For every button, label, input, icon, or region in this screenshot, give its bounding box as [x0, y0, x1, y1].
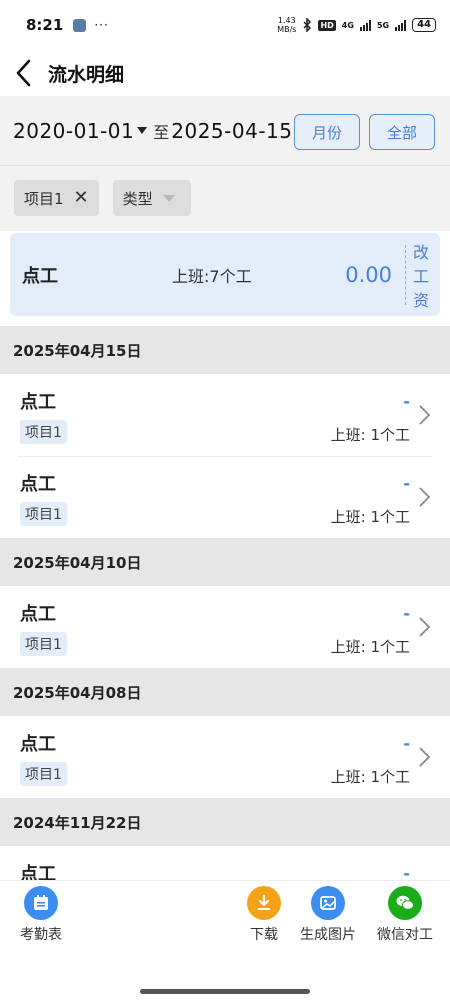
- entry-amount: -: [403, 392, 410, 411]
- date-group-header: 2025年04月08日: [0, 668, 450, 716]
- battery-icon: 44: [412, 18, 436, 32]
- bluetooth-icon: [303, 18, 312, 32]
- network-speed: 1.43 MB/s: [277, 16, 296, 34]
- page-title: 流水明细: [48, 63, 125, 86]
- end-date-select[interactable]: 2025-04-15: [171, 119, 292, 143]
- chevron-right-icon: [419, 405, 430, 425]
- network-5g: 5G: [376, 20, 390, 30]
- hd-badge: HD: [318, 19, 336, 31]
- entry-type: 点工: [20, 392, 56, 413]
- attendance-button[interactable]: 考勤表: [20, 886, 62, 944]
- summary-work: 上班:7个工: [172, 266, 252, 286]
- entry-amount: -: [403, 604, 410, 623]
- summary-type: 点工: [22, 265, 58, 287]
- date-group-header: 2024年11月22日: [0, 798, 450, 846]
- home-indicator[interactable]: [140, 989, 310, 994]
- bottom-toolbar: 考勤表 下载 生成图片 微信对工: [0, 880, 450, 1001]
- attendance-label: 考勤表: [20, 927, 62, 943]
- entry-type: 点工: [20, 734, 56, 755]
- date-range-separator: 至: [153, 122, 170, 142]
- list-item[interactable]: 点工 项目1 - 上班: 1个工: [0, 716, 450, 798]
- start-date-caret-icon[interactable]: [137, 127, 148, 134]
- record-list: 2025年04月15日 点工 项目1 - 上班: 1个工 点工 项目1 - 上班…: [0, 326, 450, 928]
- entry-amount: -: [403, 474, 410, 493]
- chevron-right-icon: [419, 487, 430, 507]
- entry-work: 上班: 1个工: [330, 638, 410, 656]
- project-filter-chip[interactable]: 项目1 ✕: [14, 180, 99, 216]
- entry-project-tag: 项目1: [20, 420, 67, 444]
- download-icon: [247, 886, 281, 920]
- start-date-select[interactable]: 2020-01-01: [13, 119, 134, 143]
- filter-chips: 项目1 ✕ 类型: [0, 166, 450, 230]
- back-arrow-icon[interactable]: [10, 58, 36, 88]
- calendar-icon: [24, 886, 58, 920]
- image-icon: [311, 886, 345, 920]
- adjust-char: 资: [412, 291, 429, 310]
- more-notifications-icon: ···: [94, 18, 109, 32]
- summary-card: 点工 上班:7个工 0.00 改 工 资: [10, 233, 440, 316]
- adjust-wage-link[interactable]: 改 工 资: [412, 241, 430, 313]
- status-bar: 8:21 ··· 1.43 MB/s HD 4G 5G 44: [0, 0, 450, 50]
- chevron-down-icon: [162, 194, 175, 202]
- generate-image-button[interactable]: 生成图片: [300, 886, 356, 944]
- entry-type: 点工: [20, 474, 56, 495]
- speed-unit: MB/s: [277, 25, 297, 34]
- network-4g: 4G: [341, 20, 354, 30]
- top-nav: 流水明细: [0, 50, 450, 96]
- download-button[interactable]: 下载: [247, 886, 281, 944]
- entry-amount: -: [403, 734, 410, 753]
- entry-work: 上班: 1个工: [330, 768, 410, 786]
- wechat-icon: [388, 886, 422, 920]
- speed-value: 1.43: [277, 16, 296, 25]
- entry-project-tag: 项目1: [20, 762, 67, 786]
- entry-type: 点工: [20, 604, 56, 625]
- download-label: 下载: [250, 927, 278, 943]
- entry-work: 上班: 1个工: [330, 426, 410, 444]
- generate-image-label: 生成图片: [300, 927, 356, 943]
- date-group-header: 2025年04月10日: [0, 538, 450, 586]
- all-button[interactable]: 全部: [369, 114, 435, 150]
- chevron-right-icon: [419, 747, 430, 767]
- list-item[interactable]: 点工 项目1 - 上班: 1个工: [0, 374, 450, 456]
- summary-amount: 0.00: [345, 262, 392, 287]
- filter-panel: 2020-01-01 至 2025-04-15 月份 全部 项目1 ✕ 类型: [0, 96, 450, 231]
- adjust-char: 改: [412, 243, 429, 262]
- entry-work: 上班: 1个工: [330, 508, 410, 526]
- wechat-label: 微信对工: [377, 927, 433, 943]
- type-chip-label: 类型: [122, 189, 153, 208]
- close-icon[interactable]: ✕: [74, 189, 89, 207]
- date-group-header: 2025年04月15日: [0, 326, 450, 374]
- adjust-char: 工: [412, 267, 429, 286]
- chevron-right-icon: [419, 617, 430, 637]
- type-filter-dropdown[interactable]: 类型: [112, 180, 191, 216]
- project-chip-label: 项目1: [24, 189, 64, 208]
- app-notification-icon: [73, 18, 87, 32]
- entry-project-tag: 项目1: [20, 502, 67, 526]
- summary-divider: [405, 245, 406, 305]
- signal-icon: [359, 19, 371, 31]
- month-button[interactable]: 月份: [294, 114, 360, 150]
- status-indicators: 1.43 MB/s HD 4G 5G 44: [277, 16, 436, 34]
- list-item[interactable]: 点工 项目1 - 上班: 1个工: [0, 456, 450, 538]
- wechat-check-button[interactable]: 微信对工: [377, 886, 433, 944]
- list-item[interactable]: 点工 项目1 - 上班: 1个工: [0, 586, 450, 668]
- entry-project-tag: 项目1: [20, 632, 67, 656]
- signal-icon-2: [395, 19, 407, 31]
- status-time: 8:21: [26, 16, 64, 34]
